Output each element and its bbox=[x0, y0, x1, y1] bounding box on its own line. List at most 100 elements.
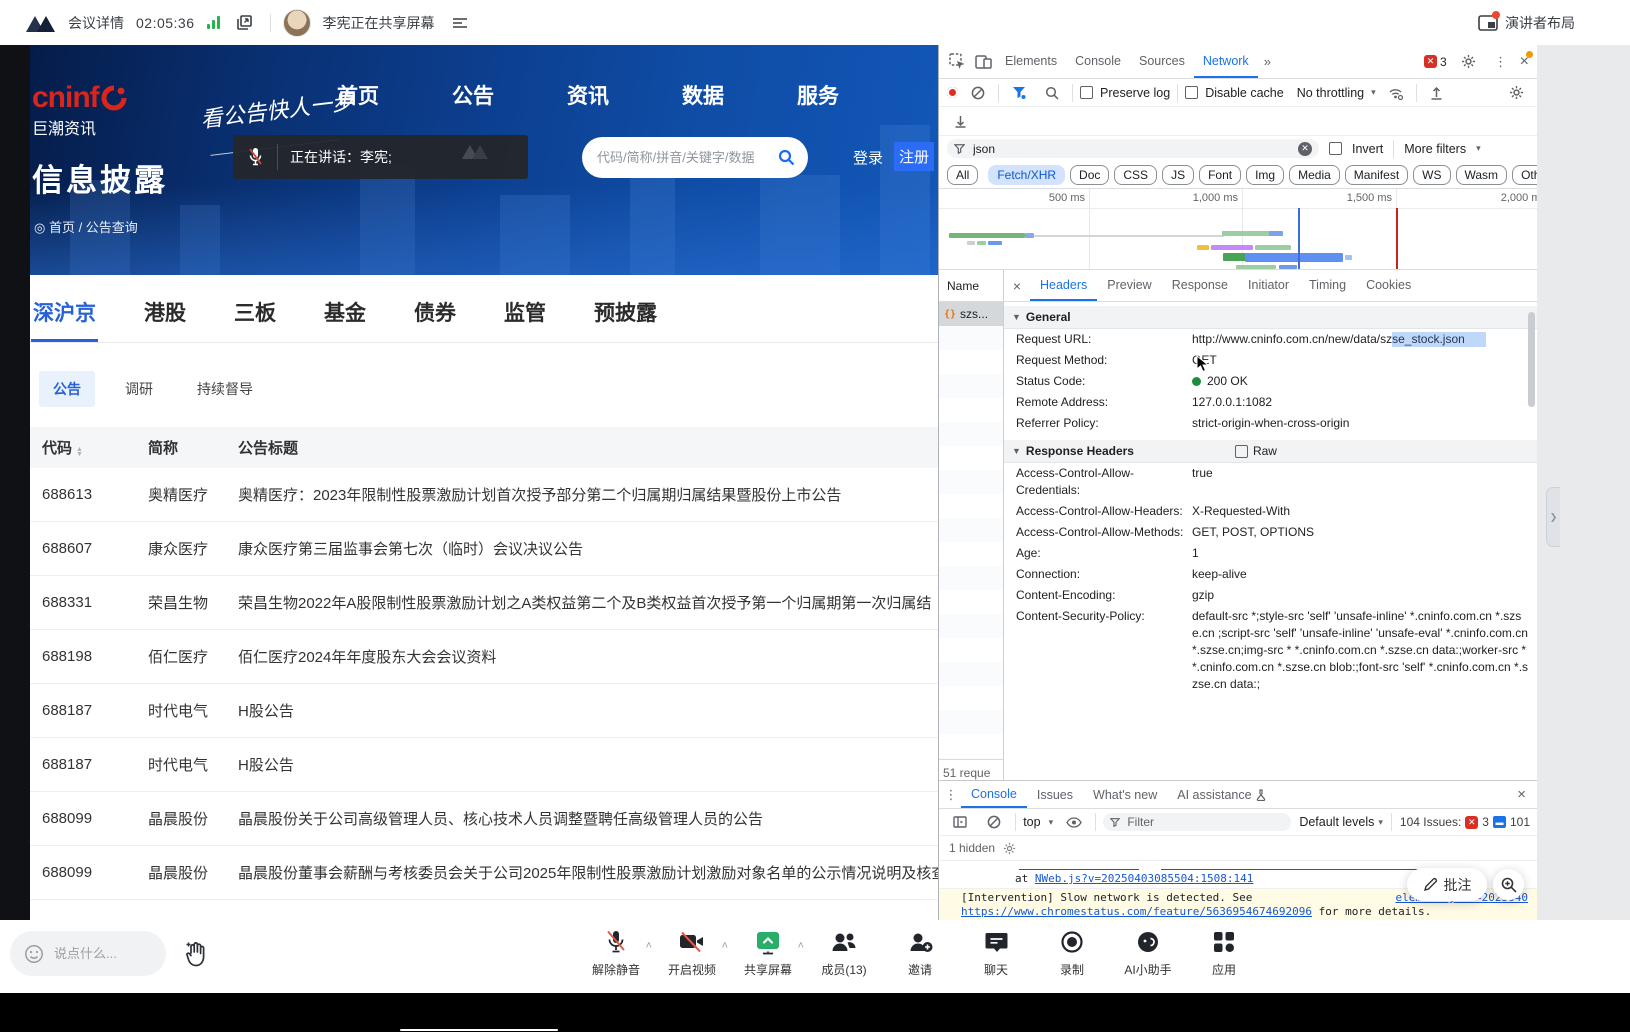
chip-wasm[interactable]: Wasm bbox=[1455, 164, 1508, 185]
drawer-tab-issues[interactable]: Issues bbox=[1027, 781, 1083, 808]
ai-assistant-button[interactable]: AI小助手 bbox=[1110, 928, 1186, 978]
chevron-down-icon[interactable]: ▾ bbox=[1476, 143, 1481, 154]
detail-tab-preview[interactable]: Preview bbox=[1097, 270, 1161, 301]
detail-tab-cookies[interactable]: Cookies bbox=[1356, 270, 1421, 301]
name-column-header[interactable]: Name bbox=[939, 270, 1004, 301]
tab-sources[interactable]: Sources bbox=[1130, 45, 1194, 78]
raw-checkbox[interactable] bbox=[1234, 444, 1248, 458]
raw-label[interactable]: Raw bbox=[1253, 444, 1277, 458]
unmute-options-caret[interactable]: ˄ bbox=[646, 940, 652, 952]
table-row[interactable]: 688613 奥精医疗 奥精医疗：2023年限制性股票激励计划首次授予部分第二个… bbox=[30, 468, 938, 522]
subtab-supervision[interactable]: 持续督导 bbox=[183, 371, 267, 407]
table-row[interactable]: 688198 佰仁医疗 佰仁医疗2024年年度股东大会会议资料 bbox=[30, 630, 938, 684]
issue-message-count[interactable]: 101 bbox=[1510, 815, 1530, 829]
request-item[interactable]: {} szs... bbox=[939, 302, 1003, 326]
invite-button[interactable]: 邀请 bbox=[882, 928, 958, 978]
search-network-icon[interactable] bbox=[1039, 80, 1065, 106]
disable-cache-checkbox[interactable] bbox=[1185, 86, 1199, 99]
response-headers-section-header[interactable]: ▼ Response Headers Raw bbox=[1004, 440, 1537, 463]
camera-button[interactable]: 开启视频 ˄ bbox=[654, 928, 730, 978]
network-settings-icon[interactable] bbox=[1503, 80, 1529, 106]
tab-network[interactable]: Network bbox=[1193, 45, 1258, 78]
cell-title[interactable]: H股公告 bbox=[238, 700, 938, 721]
close-details-icon[interactable]: × bbox=[1004, 278, 1030, 294]
nav-item-news[interactable]: 资讯 bbox=[567, 80, 609, 110]
export-har-icon[interactable] bbox=[947, 108, 973, 134]
site-logo[interactable]: cninf 巨潮资讯 bbox=[32, 83, 128, 139]
chip-css[interactable]: CSS bbox=[1114, 164, 1158, 185]
tab-elements[interactable]: Elements bbox=[996, 45, 1066, 78]
hidden-count[interactable]: 1 hidden bbox=[949, 841, 995, 855]
filter-icon[interactable] bbox=[1006, 80, 1032, 106]
preserve-log-label[interactable]: Preserve log bbox=[1100, 86, 1170, 100]
chromestatus-link[interactable]: https://www.chromestatus.com/feature/563… bbox=[961, 905, 1312, 918]
chevron-down-icon[interactable]: ▾ bbox=[1378, 817, 1383, 828]
cell-title[interactable]: 佰仁医疗2024年年度股东大会会议资料 bbox=[238, 646, 938, 667]
levels-select[interactable]: Default levels bbox=[1299, 815, 1374, 829]
tab-bonds[interactable]: 债券 bbox=[414, 297, 456, 342]
console-filter[interactable] bbox=[1103, 813, 1292, 831]
chip-manifest[interactable]: Manifest bbox=[1344, 164, 1409, 185]
share-screen-button[interactable]: 共享屏幕 ˄ bbox=[730, 928, 806, 978]
issue-error-count[interactable]: 3 bbox=[1482, 815, 1489, 829]
detail-tab-response[interactable]: Response bbox=[1162, 270, 1238, 301]
clear-filter-icon[interactable]: ✕ bbox=[1298, 141, 1312, 156]
issues-count-label[interactable]: 104 Issues: bbox=[1400, 815, 1461, 829]
nav-item-home[interactable]: 首页 bbox=[337, 80, 379, 110]
chip-js[interactable]: JS bbox=[1162, 164, 1195, 185]
sort-icon[interactable]: ▲ ▼ bbox=[76, 446, 83, 458]
cell-title[interactable]: 晶晨股份董事会薪酬与考核委员会关于公司2025年限制性股票激励计划激励对象名单的… bbox=[238, 862, 938, 883]
context-select[interactable]: top bbox=[1023, 815, 1040, 829]
members-button[interactable]: 成员(13) bbox=[806, 928, 882, 978]
chat-button[interactable]: 聊天 bbox=[958, 928, 1034, 978]
chip-doc[interactable]: Doc bbox=[1070, 164, 1110, 185]
quick-chat[interactable] bbox=[10, 931, 166, 976]
drawer-tab-whats-new[interactable]: What's new bbox=[1083, 781, 1167, 808]
login-link[interactable]: 登录 bbox=[853, 147, 883, 168]
devtools-menu-icon[interactable]: ⋮ bbox=[1491, 54, 1511, 70]
invert-label[interactable]: Invert bbox=[1352, 142, 1383, 156]
tab-regulation[interactable]: 监管 bbox=[504, 297, 546, 342]
hidden-settings-icon[interactable] bbox=[1003, 842, 1016, 855]
nav-item-services[interactable]: 服务 bbox=[797, 80, 839, 110]
raise-hand-button[interactable] bbox=[174, 930, 218, 978]
detail-tab-initiator[interactable]: Initiator bbox=[1238, 270, 1299, 301]
more-tabs-icon[interactable]: » bbox=[1258, 54, 1277, 69]
console-filter-input[interactable] bbox=[1125, 814, 1285, 830]
nav-item-announcements[interactable]: 公告 bbox=[452, 80, 494, 110]
error-badge[interactable]: ✕ 3 bbox=[1423, 55, 1447, 69]
detail-tab-timing[interactable]: Timing bbox=[1299, 270, 1356, 301]
network-conditions-icon[interactable] bbox=[1383, 80, 1409, 106]
drawer-close-icon[interactable]: × bbox=[1517, 786, 1538, 803]
detail-tab-headers[interactable]: Headers bbox=[1030, 270, 1098, 301]
device-toolbar-icon[interactable] bbox=[970, 49, 996, 75]
cell-title[interactable]: 康众医疗第三届监事会第七次（临时）会议决议公告 bbox=[238, 538, 938, 559]
general-section-header[interactable]: ▼ General bbox=[1004, 306, 1537, 329]
meeting-details-link[interactable]: 会议详情 bbox=[68, 13, 124, 33]
cell-title[interactable]: H股公告 bbox=[238, 754, 938, 775]
network-overview-timeline[interactable]: 500 ms 1,000 ms 1,500 ms 2,000 ms bbox=[939, 189, 1537, 270]
eye-icon[interactable] bbox=[1061, 809, 1087, 835]
chat-input[interactable] bbox=[52, 945, 152, 962]
layout-switcher[interactable]: 演讲者布局 bbox=[1478, 0, 1630, 45]
record-network-icon[interactable] bbox=[947, 87, 958, 98]
filter-pill[interactable]: ✕ bbox=[947, 139, 1319, 158]
preserve-log-checkbox[interactable] bbox=[1080, 86, 1093, 99]
console-sidebar-icon[interactable] bbox=[947, 809, 973, 835]
record-button[interactable]: 录制 bbox=[1034, 928, 1110, 978]
cell-title[interactable]: 奥精医疗：2023年限制性股票激励计划首次授予部分第二个归属期归属结果暨股份上市… bbox=[238, 484, 938, 505]
register-button[interactable]: 注册 bbox=[894, 142, 934, 171]
disable-cache-label[interactable]: Disable cache bbox=[1205, 86, 1284, 100]
search-icon[interactable] bbox=[778, 149, 795, 166]
tab-funds[interactable]: 基金 bbox=[324, 297, 366, 342]
inspect-element-icon[interactable] bbox=[944, 49, 970, 75]
chip-all[interactable]: All bbox=[947, 164, 979, 185]
breadcrumb[interactable]: ◎ 首页 / 公告查询 bbox=[34, 217, 138, 236]
import-har-icon[interactable] bbox=[1424, 80, 1450, 106]
nav-item-data[interactable]: 数据 bbox=[682, 80, 724, 110]
table-row[interactable]: 688099 晶晨股份 晶晨股份关于公司高级管理人员、核心技术人员调整暨聘任高级… bbox=[30, 792, 938, 846]
share-options-caret[interactable]: ˄ bbox=[798, 940, 804, 952]
popout-share-icon[interactable] bbox=[232, 10, 258, 36]
drawer-tab-console[interactable]: Console bbox=[961, 781, 1027, 808]
drawer-tab-ai-assistance[interactable]: AI assistance bbox=[1167, 781, 1275, 808]
